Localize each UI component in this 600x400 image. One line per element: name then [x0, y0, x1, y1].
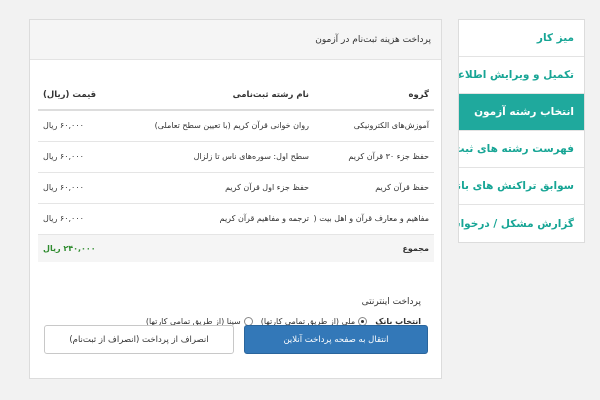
cell-course: حفظ جزء اول قرآن کریم — [138, 172, 314, 204]
cell-group: حفظ قرآن کریم — [314, 172, 434, 204]
sidebar-item-registered-list[interactable]: فهرست رشته های ثبت نامی — [459, 131, 584, 168]
online-payment-button[interactable]: انتقال به صفحه پرداخت آنلاین — [244, 325, 428, 354]
cell-price: ۶۰,۰۰۰ ریال — [38, 172, 138, 204]
cell-price: ۶۰,۰۰۰ ریال — [38, 110, 138, 142]
cell-group: مفاهیم و معارف قرآن و اهل بیت (علیهم الس… — [314, 203, 434, 235]
sidebar-item-transactions[interactable]: سوابق تراکنش های بانکی — [459, 168, 584, 205]
panel-title: پرداخت هزینه ثبت‌نام در آزمون — [30, 20, 441, 60]
table-row: آموزش‌های الکترونیکی روان خوانی قرآن کری… — [38, 110, 434, 142]
sidebar-nav: میز کار تکمیل و ویرایش اطلاعات انتخاب رش… — [458, 19, 585, 243]
cell-price: ۶۰,۰۰۰ ریال — [38, 203, 138, 235]
column-header-group: گروه — [314, 80, 434, 111]
cell-group: حفظ جزء ۳۰ قرآن کریم — [314, 141, 434, 173]
total-spacer — [138, 234, 314, 262]
column-header-course: نام رشته ثبت‌نامی — [138, 80, 314, 111]
cell-group: آموزش‌های الکترونیکی — [314, 110, 434, 142]
total-label: مجموع — [314, 234, 434, 262]
table-row: حفظ جزء ۳۰ قرآن کریم سطح اول: سوره‌های ن… — [38, 141, 434, 173]
cancel-registration-button[interactable]: انصراف از پرداخت (انصراف از ثبت‌نام) — [44, 325, 234, 354]
cell-course: روان خوانی قرآن کریم (با تعیین سطح تعامل… — [138, 110, 314, 142]
online-payment-title: پرداخت اینترنتی — [361, 297, 421, 307]
table-row: مفاهیم و معارف قرآن و اهل بیت (علیهم الس… — [38, 203, 434, 235]
table-header-row: گروه نام رشته ثبت‌نامی قیمت (ریال) — [38, 80, 434, 111]
total-row: مجموع ۲۴۰,۰۰۰ ریال — [38, 234, 434, 262]
fees-table: گروه نام رشته ثبت‌نامی قیمت (ریال) آموزش… — [38, 80, 434, 262]
sidebar-item-select-exam[interactable]: انتخاب رشته آزمون — [459, 94, 584, 131]
cell-course: سطح اول: سوره‌های ناس تا زلزال — [138, 141, 314, 173]
table-row: حفظ قرآن کریم حفظ جزء اول قرآن کریم ۶۰,۰… — [38, 172, 434, 204]
sidebar-item-report-issue[interactable]: گزارش مشکل / درخواست — [459, 205, 584, 242]
cell-price: ۶۰,۰۰۰ ریال — [38, 141, 138, 173]
sidebar-item-dashboard[interactable]: میز کار — [459, 20, 584, 57]
sidebar-item-complete-info[interactable]: تکمیل و ویرایش اطلاعات — [459, 57, 584, 94]
column-header-price: قیمت (ریال) — [38, 80, 138, 111]
cell-course: ترجمه و مفاهیم قرآن کریم — [138, 203, 314, 235]
total-value: ۲۴۰,۰۰۰ ریال — [38, 234, 138, 262]
